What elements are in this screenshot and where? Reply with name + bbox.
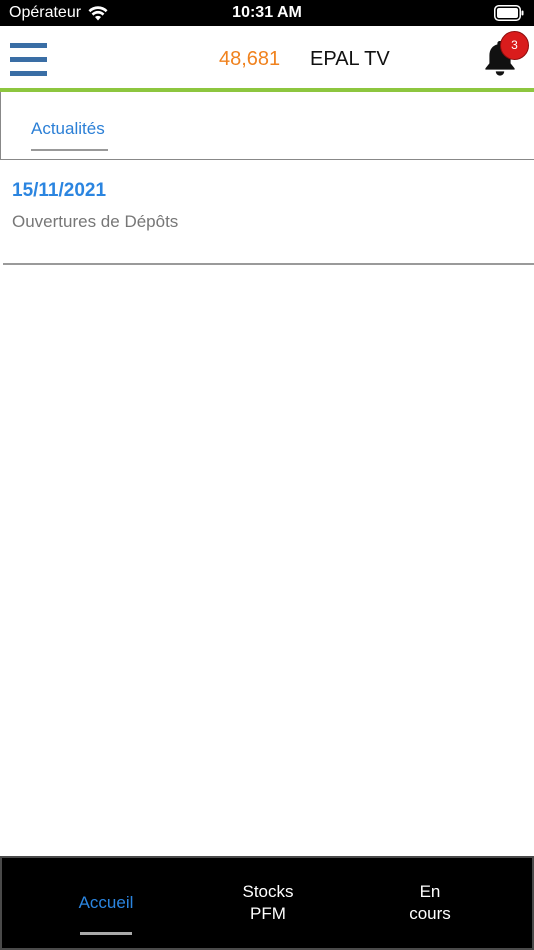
list-divider bbox=[3, 263, 534, 265]
bottom-nav: Accueil Stocks PFM En cours bbox=[0, 856, 534, 950]
nav-item-label: Accueil bbox=[78, 893, 134, 912]
nav-active-indicator bbox=[80, 932, 132, 935]
nav-item-stocks-pfm[interactable]: Stocks PFM bbox=[188, 858, 348, 948]
nav-item-label: cours bbox=[409, 904, 451, 923]
nav-item-label: En bbox=[419, 882, 441, 901]
nav-item-label: PFM bbox=[250, 904, 286, 923]
app-header: 48,681 EPAL TV bbox=[0, 26, 534, 90]
counter-value: 48,681 bbox=[219, 48, 281, 70]
nav-item-label: Stocks bbox=[242, 882, 294, 901]
list-item[interactable]: 15/11/2021 Ouvertures de Dépôts bbox=[0, 161, 534, 264]
tab-active-indicator bbox=[31, 149, 108, 151]
tab-actualites[interactable]: Actualités bbox=[31, 119, 105, 139]
news-date: 15/11/2021 bbox=[12, 180, 107, 201]
notification-badge[interactable]: 3 bbox=[500, 31, 529, 60]
status-bar: Opérateur 10:31 AM bbox=[0, 0, 534, 26]
page-title: EPAL TV bbox=[310, 48, 390, 70]
hamburger-menu-icon[interactable] bbox=[10, 43, 48, 79]
news-title: Ouvertures de Dépôts bbox=[12, 212, 179, 231]
nav-item-en-cours[interactable]: En cours bbox=[350, 858, 510, 948]
tab-bar: Actualités bbox=[0, 92, 534, 160]
status-time: 10:31 AM bbox=[232, 4, 302, 21]
battery-icon bbox=[494, 5, 524, 21]
